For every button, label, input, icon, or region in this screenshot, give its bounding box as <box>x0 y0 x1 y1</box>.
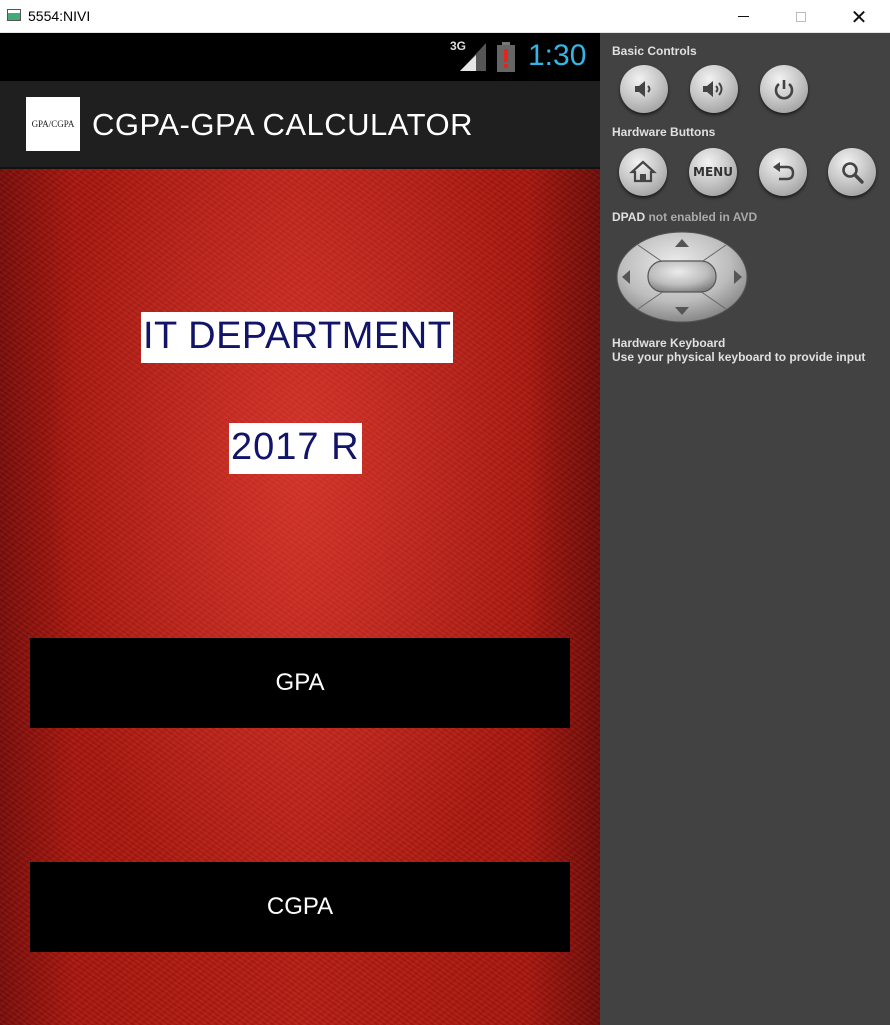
clock: 1:30 <box>528 39 587 72</box>
dpad-note: not enabled in AVD <box>648 210 758 224</box>
app-title: CGPA-GPA CALCULATOR <box>92 107 474 142</box>
dpad-label: DPAD not enabled in AVD <box>612 210 757 224</box>
main-content: IT DEPARTMENT 2017 R GPA CGPA <box>0 169 600 1025</box>
gpa-button-label: GPA <box>275 669 325 696</box>
power-button[interactable] <box>760 65 808 113</box>
emulator-app-icon <box>7 9 21 21</box>
action-bar: GPA/CGPA CGPA-GPA CALCULATOR <box>0 81 600 169</box>
home-button[interactable] <box>619 148 667 196</box>
back-button[interactable] <box>759 148 807 196</box>
power-icon <box>774 80 794 100</box>
back-icon <box>773 162 795 181</box>
hardware-keyboard-note: Use your physical keyboard to provide in… <box>612 350 866 364</box>
dpad-label-text: DPAD <box>612 210 646 224</box>
department-label: IT DEPARTMENT <box>141 312 454 363</box>
signal-icon <box>460 43 486 71</box>
dpad-control[interactable] <box>616 231 748 323</box>
cgpa-button-label: CGPA <box>266 893 334 920</box>
maximize-icon <box>796 11 806 22</box>
home-icon <box>629 160 657 183</box>
window-title-bar: 5554:NIVI ✕ <box>0 0 890 33</box>
close-button[interactable]: ✕ <box>836 0 882 33</box>
search-button[interactable] <box>828 148 876 196</box>
hardware-keyboard-label: Hardware Keyboard <box>612 336 726 350</box>
hardware-buttons-label: Hardware Buttons <box>612 125 716 139</box>
device-screen: 3G 1:30 GPA/CGPA CGPA-GPA CALCULATOR IT … <box>0 33 600 1025</box>
regulation-label: 2017 R <box>229 423 362 474</box>
app-logo-text: GPA/CGPA <box>31 119 75 129</box>
menu-button[interactable]: MENU <box>689 148 737 196</box>
battery-alert-icon <box>497 42 515 72</box>
status-bar: 3G 1:30 <box>0 33 600 81</box>
app-logo: GPA/CGPA <box>26 97 80 151</box>
volume-down-button[interactable] <box>620 65 668 113</box>
minimize-icon <box>737 16 749 17</box>
gpa-button[interactable]: GPA <box>30 638 570 728</box>
menu-button-label: MENU <box>693 165 733 179</box>
emulator-controls-panel: Basic Controls Hardware Buttons MENU DPA… <box>600 33 890 1025</box>
window-title: 5554:NIVI <box>28 8 91 24</box>
volume-up-icon <box>703 81 723 97</box>
volume-up-button[interactable] <box>690 65 738 113</box>
volume-down-icon <box>635 81 651 97</box>
search-icon <box>842 162 864 184</box>
basic-controls-label: Basic Controls <box>612 44 697 58</box>
maximize-button[interactable] <box>778 0 824 33</box>
minimize-button[interactable] <box>720 0 766 33</box>
cgpa-button[interactable]: CGPA <box>30 862 570 952</box>
close-icon: ✕ <box>850 4 868 29</box>
